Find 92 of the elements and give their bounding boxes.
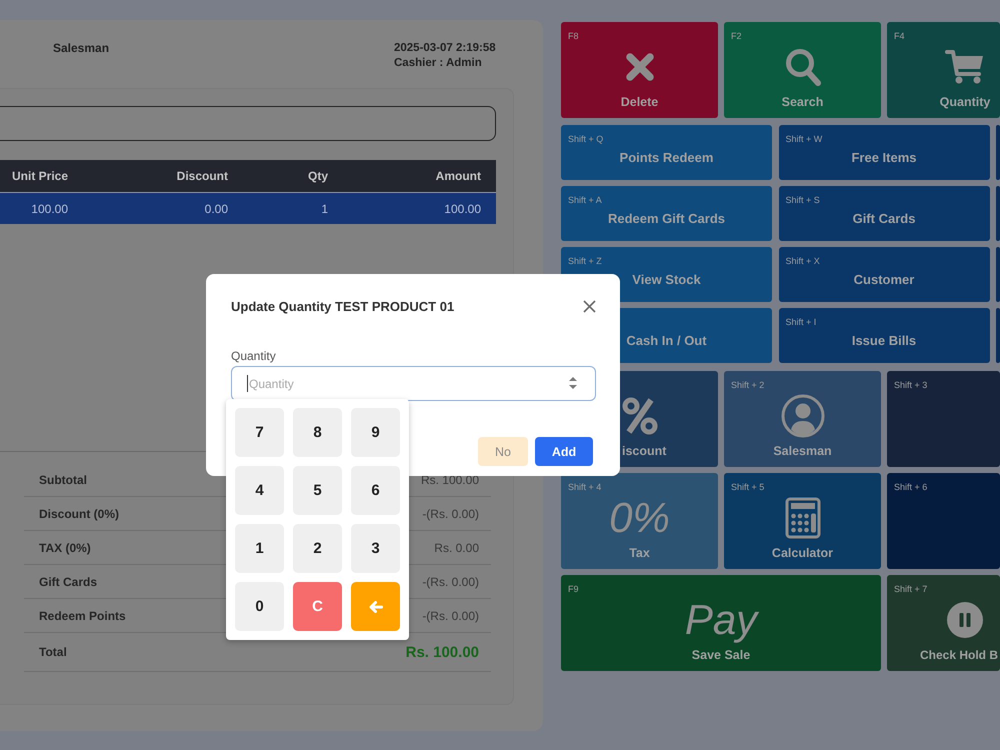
keypad-key[interactable]: 2 bbox=[293, 524, 342, 573]
field-label: Quantity bbox=[231, 349, 276, 363]
clear-key[interactable]: C bbox=[293, 582, 342, 631]
keypad-key[interactable]: 7 bbox=[235, 408, 284, 457]
action-tile[interactable] bbox=[996, 308, 1000, 363]
spinner-icon[interactable] bbox=[569, 376, 577, 390]
column-header: Qty bbox=[306, 169, 329, 183]
table-cell-text: 100.00 bbox=[443, 202, 482, 216]
cancel-button[interactable]: No bbox=[478, 437, 528, 466]
shortcut-hint: Shift + 4 bbox=[568, 482, 602, 493]
keypad-key[interactable]: 9 bbox=[351, 408, 400, 457]
close-icon[interactable] bbox=[583, 300, 596, 312]
action-tile[interactable]: Shift + A Redeem Gift Cards bbox=[561, 186, 772, 241]
shortcut-hint: Shift + 3 bbox=[894, 380, 928, 391]
cashier-text: Cashier : Admin bbox=[394, 56, 482, 71]
date-time-text: 2025-03-07 2:19:58 bbox=[394, 41, 496, 56]
action-tile[interactable]: F2 Search bbox=[724, 22, 881, 118]
cart-icon bbox=[945, 48, 985, 84]
search-field[interactable] bbox=[0, 106, 496, 141]
summary-label: Total bbox=[39, 645, 67, 659]
table-cell-text: 1 bbox=[320, 202, 329, 216]
action-tile[interactable]: Shift + Q Points Redeem bbox=[561, 125, 772, 180]
summary-label: TAX (0%) bbox=[39, 540, 91, 554]
action-tile[interactable]: Shift + 4 0% Tax bbox=[561, 473, 718, 569]
salesman-label: Salesman bbox=[53, 41, 110, 55]
shortcut-hint: Shift + A bbox=[568, 195, 602, 206]
shortcut-hint: Shift + S bbox=[786, 195, 820, 206]
shortcut-hint: Shift + X bbox=[786, 256, 820, 267]
column-header: Unit Price bbox=[10, 169, 69, 183]
action-tile[interactable]: F8 Delete bbox=[561, 22, 718, 118]
x-mark-icon bbox=[624, 52, 654, 82]
action-tile[interactable] bbox=[996, 186, 1000, 241]
user-avatar-icon bbox=[780, 394, 824, 438]
arrow-left-icon bbox=[368, 600, 382, 612]
keypad-key[interactable]: 8 bbox=[293, 408, 342, 457]
action-tile[interactable]: Shift + 7 Check Hold B bbox=[887, 575, 1000, 671]
keypad-key[interactable]: 0 bbox=[235, 582, 284, 631]
summary-value: -(Rs. 0.00) bbox=[422, 506, 479, 520]
shortcut-hint: Shift + Z bbox=[568, 256, 602, 267]
text-cursor-icon bbox=[247, 375, 248, 392]
action-tile[interactable]: Shift + S Gift Cards bbox=[778, 186, 990, 241]
action-tile[interactable] bbox=[996, 247, 1000, 302]
action-tile[interactable]: Shift + 6 bbox=[887, 473, 1000, 569]
shortcut-hint: Shift + W bbox=[786, 134, 822, 145]
shortcut-hint: F2 bbox=[731, 31, 742, 42]
summary-label: Discount (0%) bbox=[39, 506, 120, 520]
keypad-key[interactable]: 3 bbox=[351, 524, 400, 573]
summary-value: Rs. 100.00 bbox=[406, 644, 479, 660]
calculator-icon bbox=[784, 496, 820, 538]
action-tile[interactable]: Shift + 3 bbox=[887, 371, 1000, 467]
shortcut-hint: Shift + 5 bbox=[731, 482, 764, 493]
shortcut-hint: F9 bbox=[568, 584, 579, 595]
action-tile[interactable]: Shift + 5 Calculator bbox=[724, 473, 881, 569]
action-tile[interactable]: Shift + 2 Salesman bbox=[724, 371, 881, 467]
table-cell-text: 0.00 bbox=[204, 202, 229, 216]
shortcut-hint: Shift + 2 bbox=[731, 380, 764, 391]
action-tile[interactable]: F4 Quantity bbox=[887, 22, 1000, 118]
backspace-key[interactable] bbox=[351, 582, 400, 631]
figure-text: 0% bbox=[609, 494, 670, 540]
summary-label: Subtotal bbox=[39, 472, 87, 486]
summary-value: Rs. 100.00 bbox=[420, 472, 479, 486]
keypad-key[interactable]: 4 bbox=[235, 466, 284, 515]
summary-label: Redeem Points bbox=[39, 608, 126, 622]
search-icon bbox=[784, 46, 822, 86]
action-tile[interactable] bbox=[996, 125, 1000, 180]
pause-icon bbox=[947, 602, 983, 638]
shortcut-hint: Shift + Q bbox=[568, 134, 604, 145]
confirm-button[interactable]: Add bbox=[535, 437, 593, 466]
figure-text: Pay bbox=[684, 596, 758, 642]
summary-label: Gift Cards bbox=[39, 574, 98, 588]
keypad-key[interactable]: 5 bbox=[293, 466, 342, 515]
table-row[interactable]: 100.00 0.00 1 100.00 bbox=[0, 193, 496, 224]
shortcut-hint: Shift + I bbox=[786, 317, 816, 328]
action-tile[interactable]: Shift + I Issue Bills bbox=[778, 308, 990, 363]
dialog-title: Update Quantity TEST PRODUCT 01 bbox=[231, 298, 454, 314]
keypad-key[interactable]: 1 bbox=[235, 524, 284, 573]
shortcut-hint: F4 bbox=[894, 31, 905, 42]
shortcut-hint: Shift + 7 bbox=[894, 584, 928, 595]
column-header: Amount bbox=[434, 169, 482, 183]
shortcut-hint: F8 bbox=[568, 31, 579, 42]
action-tile[interactable]: Shift + X Customer bbox=[778, 247, 990, 302]
percent-icon bbox=[622, 396, 658, 434]
summary-value: -(Rs. 0.00) bbox=[422, 608, 479, 622]
keypad-key[interactable]: 6 bbox=[351, 466, 400, 515]
summary-value: -(Rs. 0.00) bbox=[422, 574, 479, 588]
quantity-field[interactable]: Quantity bbox=[231, 366, 596, 401]
table-cell-text: 100.00 bbox=[30, 202, 69, 216]
column-header: Discount bbox=[176, 169, 229, 183]
shortcut-hint: Shift + 6 bbox=[894, 482, 928, 493]
summary-value: Rs. 0.00 bbox=[434, 540, 479, 554]
action-tile[interactable]: F9 Pay Save Sale bbox=[561, 575, 881, 671]
action-tile[interactable]: Shift + W Free Items bbox=[778, 125, 990, 180]
